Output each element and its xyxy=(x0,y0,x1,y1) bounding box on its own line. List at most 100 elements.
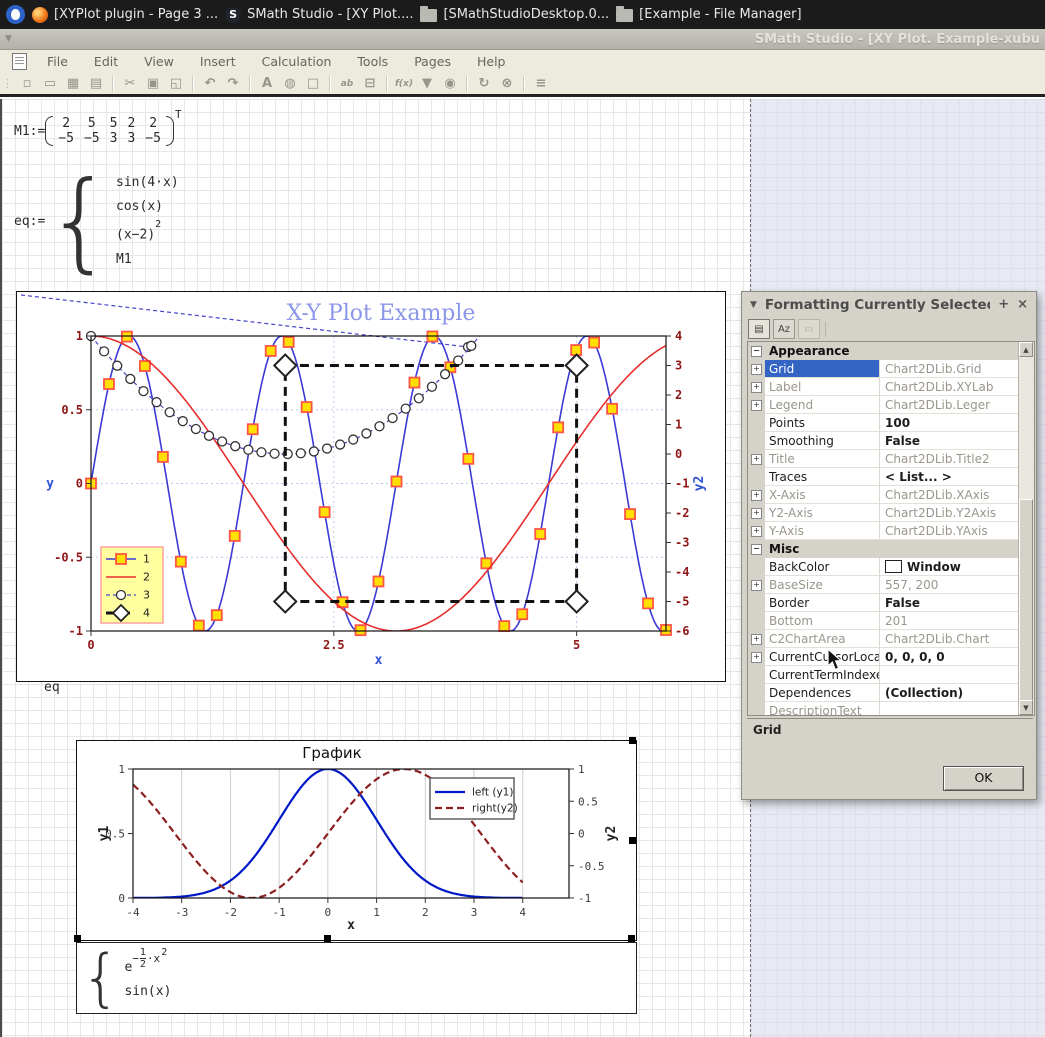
fraction-icon[interactable]: ⊟ xyxy=(360,74,380,93)
taskbar-window-button[interactable]: [SMathStudioDesktop.0... xyxy=(420,7,609,22)
property-value[interactable]: Chart2DLib.Chart xyxy=(880,630,1034,648)
expand-box-icon[interactable]: + xyxy=(751,490,762,501)
property-value[interactable]: Chart2DLib.Leger xyxy=(880,396,1034,414)
resize-handle-top-right[interactable] xyxy=(629,737,636,744)
property-value[interactable]: (Collection) xyxy=(880,684,1034,702)
property-value[interactable]: 557, 200 xyxy=(880,576,1034,594)
panel-add-icon[interactable]: + xyxy=(998,297,1009,312)
menu-file[interactable]: File xyxy=(47,54,68,69)
property-value[interactable]: Chart2DLib.XYLab xyxy=(880,378,1034,396)
property-category-row[interactable]: −Appearance xyxy=(748,342,1034,360)
print-icon[interactable]: ▤ xyxy=(86,74,106,93)
xy-plot-chart[interactable]: 10.50-0.5-143210-1-2-3-4-5-602.55xyy2X-Y… xyxy=(16,291,726,682)
stop-icon[interactable]: ⊗ xyxy=(497,74,517,93)
taskbar-window-button[interactable]: [Example - File Manager] xyxy=(616,7,801,22)
panel-close-icon[interactable]: × xyxy=(1017,297,1028,312)
resize-handle-bottom-right[interactable] xyxy=(628,935,635,942)
menu-pages[interactable]: Pages xyxy=(414,54,451,69)
save-icon[interactable]: ▦ xyxy=(63,74,83,93)
formatting-panel[interactable]: ▼ Formatting Currently Selected + × ▤Az▭… xyxy=(741,291,1037,800)
property-value[interactable]: Chart2DLib.YAxis xyxy=(880,522,1034,540)
property-value[interactable] xyxy=(880,666,1034,684)
resize-handle-bottom[interactable] xyxy=(324,935,331,942)
property-row-y-axis[interactable]: +Y-AxisChart2DLib.YAxis xyxy=(748,522,1034,540)
property-value[interactable]: Chart2DLib.XAxis xyxy=(880,486,1034,504)
resize-handle-right[interactable] xyxy=(629,837,636,844)
property-row-legend[interactable]: +LegendChart2DLib.Leger xyxy=(748,396,1034,414)
cut-icon[interactable]: ✂ xyxy=(120,74,140,93)
expand-box-icon[interactable]: + xyxy=(751,526,762,537)
scrollbar-thumb[interactable] xyxy=(1019,499,1033,702)
window-titlebar[interactable]: ▼ SMath Studio - [XY Plot. Example-xubu xyxy=(0,29,1045,50)
expand-box-icon[interactable]: + xyxy=(751,580,762,591)
collapse-box-icon[interactable]: − xyxy=(751,544,762,555)
collapse-box-icon[interactable]: − xyxy=(751,346,762,357)
property-value[interactable]: Window xyxy=(880,558,1034,576)
filter-icon[interactable]: ▼ xyxy=(417,74,437,93)
scroll-down-icon[interactable]: ▼ xyxy=(1019,700,1033,715)
expand-box-icon[interactable]: + xyxy=(751,400,762,411)
matrix-definition[interactable]: M1:= 25522−5−533−5 T xyxy=(14,116,181,146)
property-value[interactable]: Chart2DLib.Y2Axis xyxy=(880,504,1034,522)
taskbar-window-button[interactable]: [XYPlot plugin - Page 3 ... xyxy=(32,7,218,23)
new-icon[interactable]: ▫ xyxy=(17,74,37,93)
properties-icon[interactable]: ≡ xyxy=(531,74,551,93)
property-row-label[interactable]: +LabelChart2DLib.XYLab xyxy=(748,378,1034,396)
taskbar-window-button[interactable]: SSMath Studio - [XY Plot.... xyxy=(225,7,413,23)
panel-titlebar[interactable]: ▼ Formatting Currently Selected + × xyxy=(742,292,1036,317)
border-icon[interactable]: □ xyxy=(303,74,323,93)
function-icon[interactable]: f(x) xyxy=(394,74,414,93)
property-row-descriptiontext[interactable]: DescriptionText xyxy=(748,702,1034,716)
property-row-currentcursorlocati[interactable]: +CurrentCursorLocati0, 0, 0, 0 xyxy=(748,648,1034,666)
property-row-x-axis[interactable]: +X-AxisChart2DLib.XAxis xyxy=(748,486,1034,504)
property-value[interactable] xyxy=(880,702,1034,716)
font-icon[interactable]: A xyxy=(257,74,277,93)
toolbar-grip-icon[interactable]: ⋮ xyxy=(2,77,11,90)
property-row-border[interactable]: BorderFalse xyxy=(748,594,1034,612)
applications-menu-icon[interactable] xyxy=(6,5,25,24)
property-row-dependences[interactable]: Dependences(Collection) xyxy=(748,684,1034,702)
ok-button[interactable]: OK xyxy=(943,766,1024,791)
property-value[interactable]: 100 xyxy=(880,414,1034,432)
property-value[interactable]: 201 xyxy=(880,612,1034,630)
resize-handle-bottom-left[interactable] xyxy=(74,935,81,942)
expand-box-icon[interactable]: + xyxy=(751,652,762,663)
paste-icon[interactable]: ◱ xyxy=(166,74,186,93)
copy-icon[interactable]: ▣ xyxy=(143,74,163,93)
web-help-icon[interactable]: ◉ xyxy=(440,74,460,93)
palette-icon[interactable]: ◍ xyxy=(280,74,300,93)
open-icon[interactable]: ▭ xyxy=(40,74,60,93)
scroll-up-icon[interactable]: ▲ xyxy=(1019,342,1033,357)
property-value[interactable]: Chart2DLib.Title2 xyxy=(880,450,1034,468)
property-value[interactable]: False xyxy=(880,594,1034,612)
equation-system-definition[interactable]: eq:= { sin(4·x)cos(x)(x−2)2M1 xyxy=(14,173,179,270)
property-row-backcolor[interactable]: BackColorWindow xyxy=(748,558,1034,576)
property-value[interactable]: Chart2DLib.Grid xyxy=(880,360,1034,378)
property-value[interactable]: 0, 0, 0, 0 xyxy=(880,648,1034,666)
property-grid[interactable]: −Appearance+GridChart2DLib.Grid+LabelCha… xyxy=(747,341,1035,716)
property-row-bottom[interactable]: Bottom201 xyxy=(748,612,1034,630)
redo-icon[interactable]: ↷ xyxy=(223,74,243,93)
units-icon[interactable]: ab xyxy=(337,74,357,93)
expand-box-icon[interactable]: + xyxy=(751,382,762,393)
menu-view[interactable]: View xyxy=(144,54,174,69)
window-collapse-icon[interactable]: ▼ xyxy=(5,34,12,44)
property-row-y2-axis[interactable]: +Y2-AxisChart2DLib.Y2Axis xyxy=(748,504,1034,522)
property-row-c2chartarea[interactable]: +C2ChartAreaChart2DLib.Chart xyxy=(748,630,1034,648)
property-grid-scrollbar[interactable]: ▲ ▼ xyxy=(1018,342,1034,715)
alphabetical-view-icon[interactable]: Az xyxy=(773,319,795,339)
undo-icon[interactable]: ↶ xyxy=(200,74,220,93)
grafik-chart[interactable]: 10.5010.50-0.5-1-4-3-2-101234xy1y2График… xyxy=(76,740,637,941)
property-category-row[interactable]: −Misc xyxy=(748,540,1034,558)
expand-box-icon[interactable]: + xyxy=(751,508,762,519)
categorized-view-icon[interactable]: ▤ xyxy=(748,319,770,339)
property-row-basesize[interactable]: +BaseSize557, 200 xyxy=(748,576,1034,594)
property-row-smoothing[interactable]: SmoothingFalse xyxy=(748,432,1034,450)
eq-reference-label[interactable]: eq xyxy=(44,680,60,695)
menu-edit[interactable]: Edit xyxy=(94,54,118,69)
property-row-points[interactable]: Points100 xyxy=(748,414,1034,432)
property-value[interactable]: False xyxy=(880,432,1034,450)
menu-insert[interactable]: Insert xyxy=(200,54,236,69)
expand-box-icon[interactable]: + xyxy=(751,454,762,465)
bottom-equation-system[interactable]: { e−12·x2 sin(x) xyxy=(76,942,637,1014)
